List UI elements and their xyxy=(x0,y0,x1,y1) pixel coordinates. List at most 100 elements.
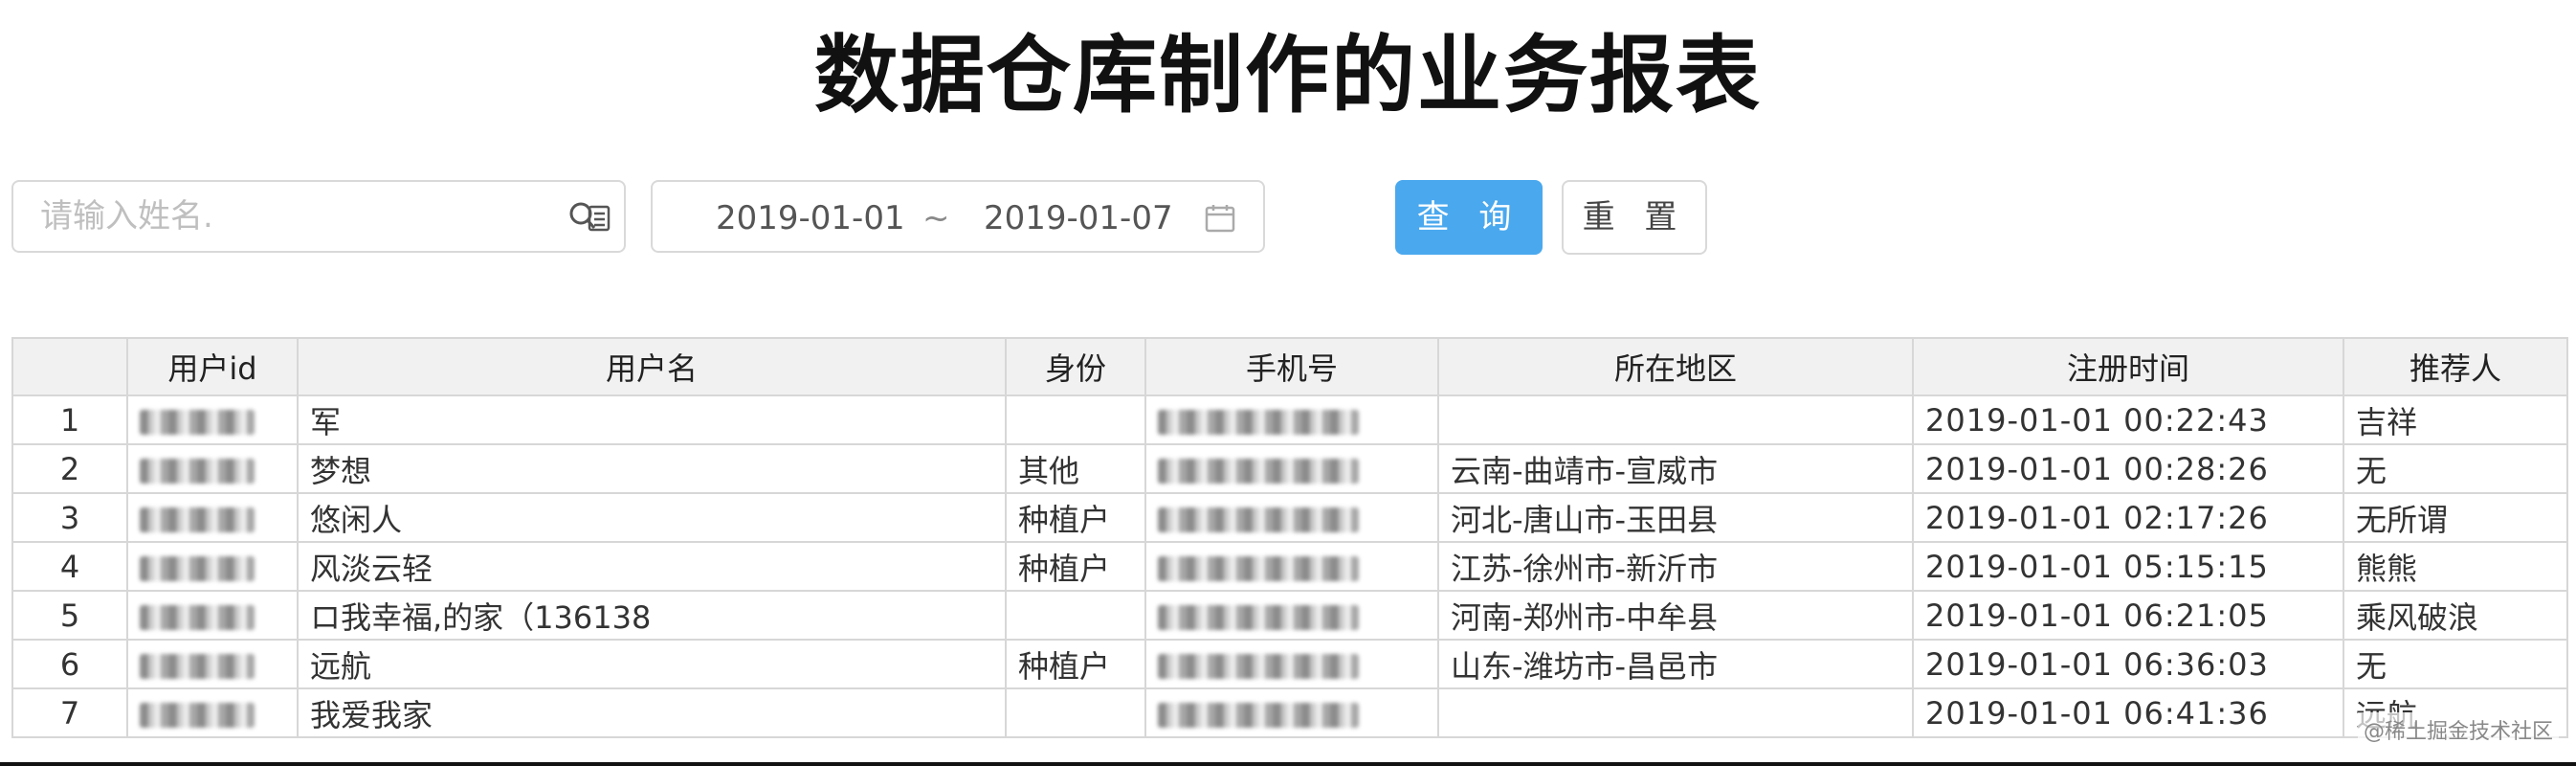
identity-cell: 种植户 xyxy=(1005,492,1146,543)
redacted-user-id xyxy=(140,653,255,679)
column-header-phone[interactable]: 手机号 xyxy=(1144,337,1439,396)
row-index: 2 xyxy=(11,443,128,494)
table-row[interactable]: 7 我爱我家 2019-01-01 06:41:36 远航 xyxy=(11,687,2568,738)
region-cell: 山东-潍坊市-昌邑市 xyxy=(1437,639,1914,689)
username-cell: 风淡云轻 xyxy=(297,541,1007,592)
username-cell: 远航 xyxy=(297,639,1007,689)
redacted-user-id xyxy=(140,458,255,484)
identity-cell xyxy=(1005,394,1146,445)
redacted-phone xyxy=(1158,653,1359,679)
phone-cell xyxy=(1144,394,1439,445)
region-cell xyxy=(1437,394,1914,445)
region-cell: 云南-曲靖市-宣威市 xyxy=(1437,443,1914,494)
register-time-cell: 2019-01-01 06:21:05 xyxy=(1912,590,2344,641)
phone-cell xyxy=(1144,687,1439,738)
user-id-cell xyxy=(126,687,299,738)
user-id-cell xyxy=(126,492,299,543)
identity-cell xyxy=(1005,687,1146,738)
register-time-cell: 2019-01-01 05:15:15 xyxy=(1912,541,2344,592)
column-header-region[interactable]: 所在地区 xyxy=(1437,337,1914,396)
user-id-cell xyxy=(126,590,299,641)
name-search-field[interactable] xyxy=(11,180,626,253)
redacted-user-id xyxy=(140,604,255,630)
referrer-cell: 无 xyxy=(2343,639,2568,689)
date-end[interactable]: 2019-01-07 xyxy=(984,199,1173,237)
region-cell xyxy=(1437,687,1914,738)
table-row[interactable]: 2 梦想 其他 云南-曲靖市-宣威市 2019-01-01 00:28:26 无 xyxy=(11,443,2568,494)
user-id-cell xyxy=(126,639,299,689)
user-id-cell xyxy=(126,443,299,494)
date-separator: ~ xyxy=(922,199,950,237)
table-row[interactable]: 5 ロ我幸福,的家（136138 河南-郑州市-中牟县 2019-01-01 0… xyxy=(11,590,2568,641)
phone-cell xyxy=(1144,541,1439,592)
identity-cell: 种植户 xyxy=(1005,541,1146,592)
calendar-icon[interactable] xyxy=(1204,203,1236,234)
column-header-user-id[interactable]: 用户id xyxy=(126,337,299,396)
username-cell: ロ我幸福,的家（136138 xyxy=(297,590,1007,641)
search-icon[interactable] xyxy=(568,201,612,236)
redacted-phone xyxy=(1158,604,1359,630)
register-time-cell: 2019-01-01 00:22:43 xyxy=(1912,394,2344,445)
reset-button[interactable]: 重 置 xyxy=(1562,180,1707,255)
row-index: 4 xyxy=(11,541,128,592)
username-cell: 我爱我家 xyxy=(297,687,1007,738)
phone-cell xyxy=(1144,639,1439,689)
page-title: 数据仓库制作的业务报表 xyxy=(813,26,1762,124)
column-header-register-time[interactable]: 注册时间 xyxy=(1912,337,2344,396)
redacted-user-id xyxy=(140,702,255,728)
phone-cell xyxy=(1144,590,1439,641)
table-row[interactable]: 4 风淡云轻 种植户 江苏-徐州市-新沂市 2019-01-01 05:15:1… xyxy=(11,541,2568,592)
row-index: 5 xyxy=(11,590,128,641)
redacted-phone xyxy=(1158,555,1359,581)
watermark: @稀土掘金技术社区 xyxy=(2357,712,2559,747)
table-header-row: 用户id 用户名 身份 手机号 所在地区 注册时间 推荐人 xyxy=(11,337,2568,396)
row-index: 6 xyxy=(11,639,128,689)
register-time-cell: 2019-01-01 00:28:26 xyxy=(1912,443,2344,494)
redacted-phone xyxy=(1158,409,1359,435)
user-id-cell xyxy=(126,394,299,445)
date-range-picker[interactable]: 2019-01-01 ~ 2019-01-07 xyxy=(651,180,1265,253)
redacted-phone xyxy=(1158,458,1359,484)
user-id-cell xyxy=(126,541,299,592)
column-header-index[interactable] xyxy=(11,337,128,396)
region-cell: 江苏-徐州市-新沂市 xyxy=(1437,541,1914,592)
report-table: 用户id 用户名 身份 手机号 所在地区 注册时间 推荐人 1 军 2019-0… xyxy=(11,337,2568,738)
query-button[interactable]: 查 询 xyxy=(1395,180,1543,255)
username-cell: 军 xyxy=(297,394,1007,445)
register-time-cell: 2019-01-01 06:41:36 xyxy=(1912,687,2344,738)
column-header-referrer[interactable]: 推荐人 xyxy=(2343,337,2568,396)
redacted-user-id xyxy=(140,507,255,532)
row-index: 1 xyxy=(11,394,128,445)
redacted-phone xyxy=(1158,507,1359,532)
redacted-user-id xyxy=(140,555,255,581)
identity-cell: 种植户 xyxy=(1005,639,1146,689)
column-header-username[interactable]: 用户名 xyxy=(297,337,1007,396)
referrer-cell: 熊熊 xyxy=(2343,541,2568,592)
name-input[interactable] xyxy=(15,184,576,249)
region-cell: 河北-唐山市-玉田县 xyxy=(1437,492,1914,543)
report-table-container: 用户id 用户名 身份 手机号 所在地区 注册时间 推荐人 1 军 2019-0… xyxy=(11,337,2568,738)
username-cell: 梦想 xyxy=(297,443,1007,494)
referrer-cell: 无所谓 xyxy=(2343,492,2568,543)
row-index: 3 xyxy=(11,492,128,543)
identity-cell: 其他 xyxy=(1005,443,1146,494)
date-start[interactable]: 2019-01-01 xyxy=(716,199,905,237)
identity-cell xyxy=(1005,590,1146,641)
region-cell: 河南-郑州市-中牟县 xyxy=(1437,590,1914,641)
username-cell: 悠闲人 xyxy=(297,492,1007,543)
redacted-phone xyxy=(1158,702,1359,728)
bottom-border xyxy=(0,762,2576,766)
table-row[interactable]: 6 远航 种植户 山东-潍坊市-昌邑市 2019-01-01 06:36:03 … xyxy=(11,639,2568,689)
referrer-cell: 乘风破浪 xyxy=(2343,590,2568,641)
referrer-cell: 吉祥 xyxy=(2343,394,2568,445)
redacted-user-id xyxy=(140,409,255,435)
table-row[interactable]: 1 军 2019-01-01 00:22:43 吉祥 xyxy=(11,394,2568,445)
column-header-identity[interactable]: 身份 xyxy=(1005,337,1146,396)
register-time-cell: 2019-01-01 06:36:03 xyxy=(1912,639,2344,689)
table-row[interactable]: 3 悠闲人 种植户 河北-唐山市-玉田县 2019-01-01 02:17:26… xyxy=(11,492,2568,543)
register-time-cell: 2019-01-01 02:17:26 xyxy=(1912,492,2344,543)
row-index: 7 xyxy=(11,687,128,738)
phone-cell xyxy=(1144,492,1439,543)
referrer-cell: 无 xyxy=(2343,443,2568,494)
phone-cell xyxy=(1144,443,1439,494)
